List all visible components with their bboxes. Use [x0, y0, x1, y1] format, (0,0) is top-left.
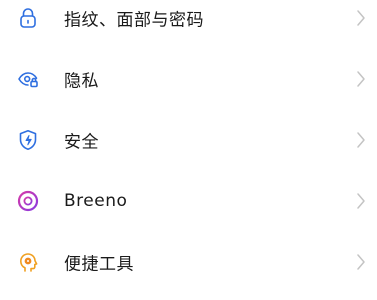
breeno-ring-icon: [16, 189, 40, 213]
settings-item-label: 隐私: [64, 71, 99, 91]
chevron-right-icon: [355, 192, 367, 210]
lock-icon: [16, 6, 40, 30]
settings-item-privacy[interactable]: 隐私: [0, 48, 377, 109]
settings-list: 指纹、面部与密码 隐私 安全 Breeno 便捷工具: [0, 0, 377, 292]
settings-item-label: 安全: [64, 132, 99, 152]
settings-item-breeno[interactable]: Breeno: [0, 170, 377, 231]
chevron-right-icon: [355, 253, 367, 271]
settings-item-security[interactable]: 安全: [0, 109, 377, 170]
settings-item-label: 便捷工具: [64, 254, 134, 274]
head-tools-icon: [16, 250, 40, 274]
settings-item-convenience-tools[interactable]: 便捷工具: [0, 231, 377, 292]
settings-item-label: 指纹、面部与密码: [64, 10, 204, 30]
settings-item-label: Breeno: [64, 190, 128, 211]
chevron-right-icon: [355, 70, 367, 88]
privacy-eye-icon: [16, 67, 40, 91]
settings-item-fingerprint-face-password[interactable]: 指纹、面部与密码: [0, 0, 377, 48]
shield-bolt-icon: [16, 128, 40, 152]
chevron-right-icon: [355, 131, 367, 149]
chevron-right-icon: [355, 9, 367, 27]
